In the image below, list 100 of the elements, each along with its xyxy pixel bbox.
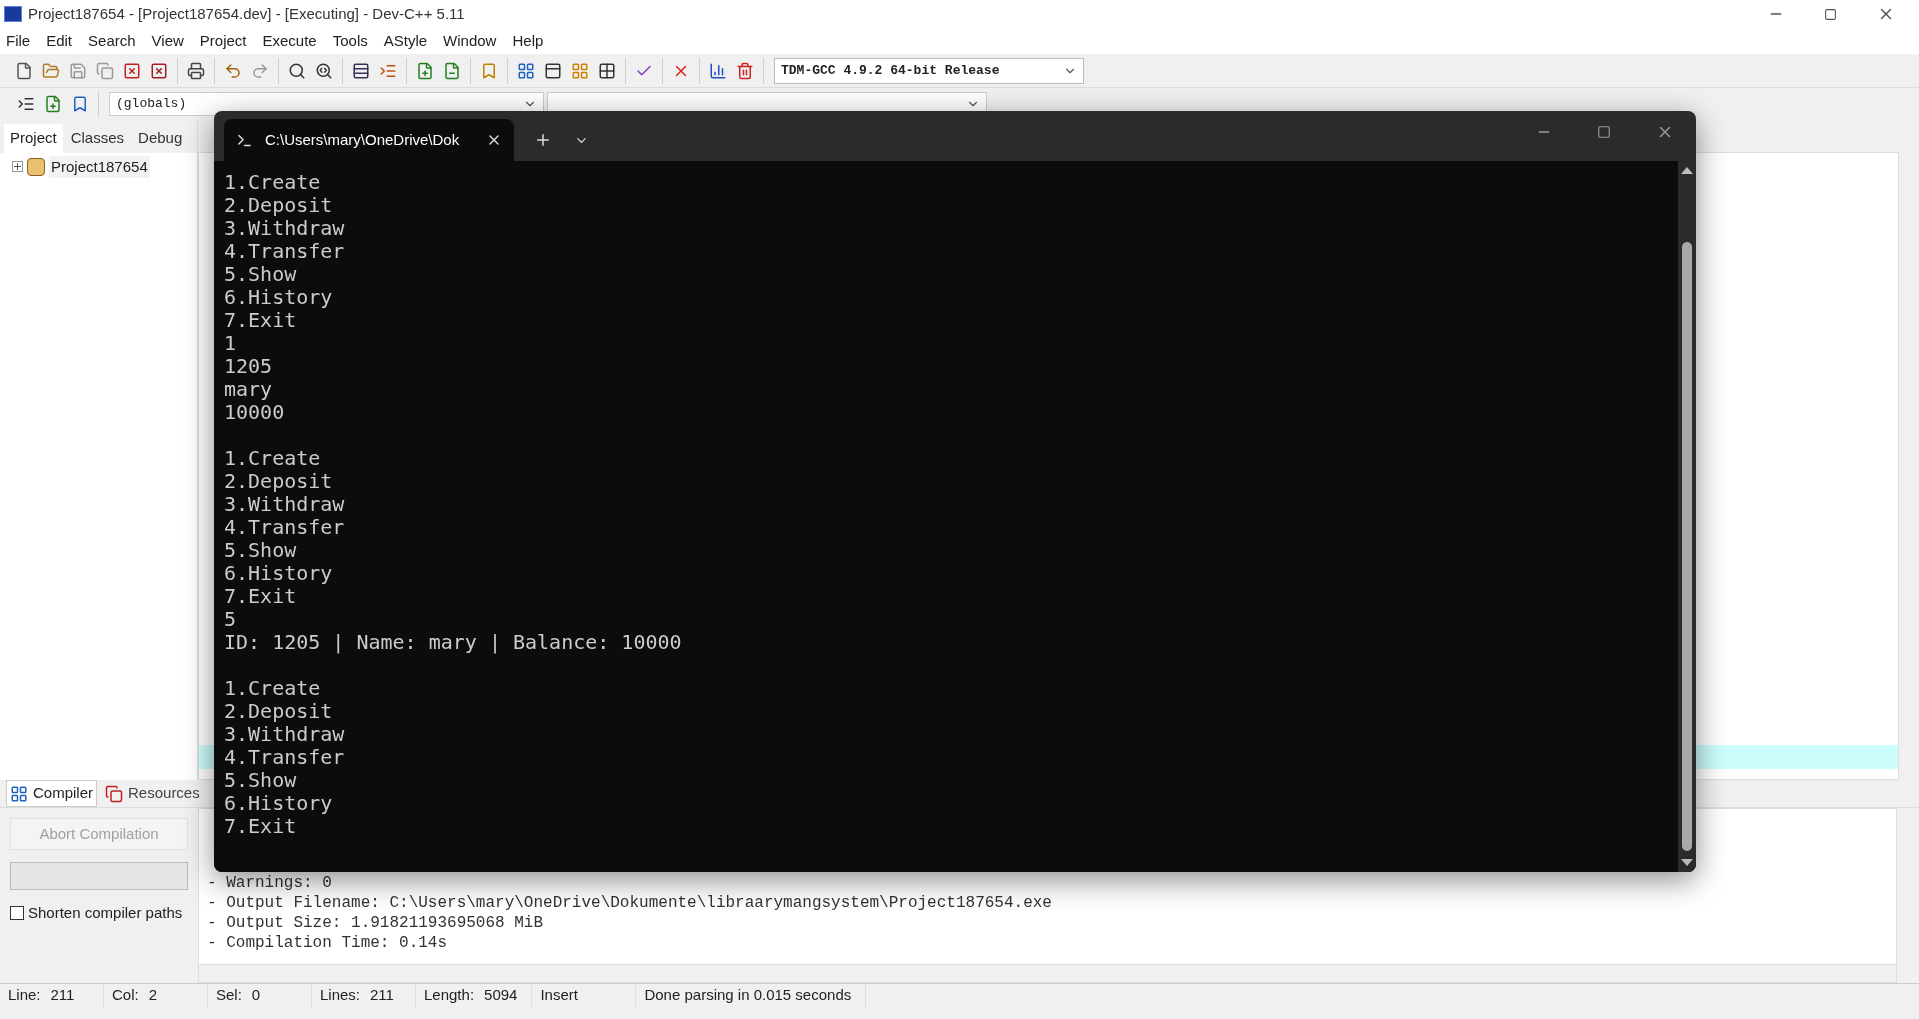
vertical-scrollbar[interactable] <box>1678 161 1696 872</box>
bookmark-icon <box>480 61 498 80</box>
app-logo-icon <box>4 6 22 22</box>
compiler-select[interactable]: TDM-GCC 4.9.2 64-bit Release <box>774 57 1084 84</box>
close-all-icon <box>150 61 168 80</box>
panel-tab[interactable]: Debug <box>132 124 189 153</box>
grid-icon <box>517 61 535 80</box>
terminal-line: 7.Exit <box>224 815 297 838</box>
terminal-line: 3.Withdraw <box>224 217 345 240</box>
terminal-line: 6.History <box>224 562 333 585</box>
copy-icon <box>96 61 114 80</box>
resources-icon <box>105 784 123 803</box>
menu-item[interactable]: File <box>6 29 31 53</box>
search-icon <box>288 61 306 80</box>
terminal-tab[interactable]: C:\Users\mary\OneDrive\Dok <box>224 119 514 161</box>
add-file-icon <box>416 61 434 80</box>
terminal-line: 2.Deposit <box>224 470 333 493</box>
terminal-line: 1205 <box>224 355 273 378</box>
menu-item[interactable]: Edit <box>46 29 73 53</box>
window-title: Project187654 - [Project187654.dev] - [Executing] - Dev-C++ 5.11 <box>28 3 465 24</box>
terminal-line: 2.Deposit <box>224 194 333 217</box>
terminal-line: ID: 1205 | Name: mary | Balance: 10000 <box>224 631 682 654</box>
terminal-line: 3.Withdraw <box>224 493 345 516</box>
terminal-line: mary <box>224 378 273 401</box>
status-value: Done parsing in 0.015 seconds <box>644 985 852 1006</box>
terminal-line: 5.Show <box>224 539 297 562</box>
terminal-line: 3.Withdraw <box>224 723 345 746</box>
delete-icon <box>736 61 754 80</box>
tree-item[interactable]: Project187654 <box>49 155 150 178</box>
save-icon <box>69 61 87 80</box>
terminal-line: 1.Create <box>224 171 321 194</box>
new-tab-icon[interactable] <box>534 131 552 149</box>
terminal-line: 1 <box>224 332 237 355</box>
menu-item[interactable]: Search <box>88 29 136 53</box>
open-folder-icon <box>42 61 60 80</box>
printer-icon <box>187 61 205 80</box>
panel-tab[interactable]: Classes <box>64 124 131 153</box>
redo-icon <box>251 61 269 80</box>
class-icon <box>17 95 35 113</box>
terminal-line: 1.Create <box>224 447 321 470</box>
tab-title: C:\Users\mary\OneDrive\Dok <box>265 129 461 150</box>
status-value: Insert <box>540 985 578 1006</box>
log-line: - Warnings: 0 <box>207 873 332 893</box>
horizontal-scrollbar[interactable] <box>198 965 1897 983</box>
status-value: 2 <box>148 985 158 1006</box>
restore-icon[interactable] <box>1824 7 1837 21</box>
status-label: Lines: <box>320 985 361 1006</box>
replace-icon <box>315 61 333 80</box>
terminal-line: 2.Deposit <box>224 700 333 723</box>
toggle-bookmark-icon <box>71 95 89 113</box>
menu-item[interactable]: Window <box>443 29 497 53</box>
terminal-line: 10000 <box>224 401 285 424</box>
panel-tab[interactable]: Project <box>4 124 63 153</box>
menu-item[interactable]: Execute <box>262 29 317 53</box>
terminal-line: 7.Exit <box>224 585 297 608</box>
menu-item[interactable]: AStyle <box>383 29 428 53</box>
menu-item[interactable]: Help <box>512 29 544 53</box>
remove-file-icon <box>443 61 461 80</box>
grid-small-icon <box>598 61 616 80</box>
bottom-tab[interactable]: Resources <box>101 780 204 807</box>
checkbox[interactable] <box>10 906 24 921</box>
project-icon <box>27 157 45 176</box>
status-value: 5094 <box>484 985 518 1006</box>
terminal-line: 5.Show <box>224 263 297 286</box>
close-file-icon <box>123 61 141 80</box>
new-file-icon <box>15 61 33 80</box>
undo-icon <box>224 61 242 80</box>
menu-item[interactable]: Tools <box>332 29 368 53</box>
status-label: Col: <box>112 985 139 1006</box>
insert-icon <box>44 95 62 113</box>
status-label: Sel: <box>216 985 242 1006</box>
status-value: 0 <box>251 985 261 1006</box>
terminal-line: 6.History <box>224 286 333 309</box>
compiler-icon <box>10 784 28 803</box>
status-value: 211 <box>370 985 394 1006</box>
scroll-up-icon[interactable] <box>1681 167 1693 174</box>
rows-icon <box>352 61 370 80</box>
maximize-icon[interactable] <box>1597 125 1611 139</box>
log-line: - Compilation Time: 0.14s <box>207 933 448 953</box>
scrollbar-thumb[interactable] <box>1682 242 1692 851</box>
status-value: 211 <box>50 985 75 1006</box>
terminal-line: 4.Transfer <box>224 516 345 539</box>
terminal-line: 1.Create <box>224 677 321 700</box>
terminal-line: 4.Transfer <box>224 746 345 769</box>
plus-icon <box>14 163 21 171</box>
terminal-line: 7.Exit <box>224 309 297 332</box>
bottom-tab[interactable]: Compiler <box>6 780 97 807</box>
terminal-line: 6.History <box>224 792 333 815</box>
status-label: Line: <box>8 985 41 1006</box>
checkbox-label: Shorten compiler paths <box>28 903 183 923</box>
scroll-down-icon[interactable] <box>1681 859 1693 866</box>
terminal-line: 5 <box>224 608 237 631</box>
expand-toggle[interactable] <box>12 161 23 173</box>
chart-icon <box>709 61 727 80</box>
menu-item[interactable]: View <box>151 29 184 53</box>
status-label: Length: <box>424 985 475 1006</box>
log-line: - Output Size: 1.91821193695068 MiB <box>207 913 544 933</box>
menu-item[interactable]: Project <box>199 29 247 53</box>
terminal-line: 4.Transfer <box>224 240 345 263</box>
window-icon <box>544 61 562 80</box>
